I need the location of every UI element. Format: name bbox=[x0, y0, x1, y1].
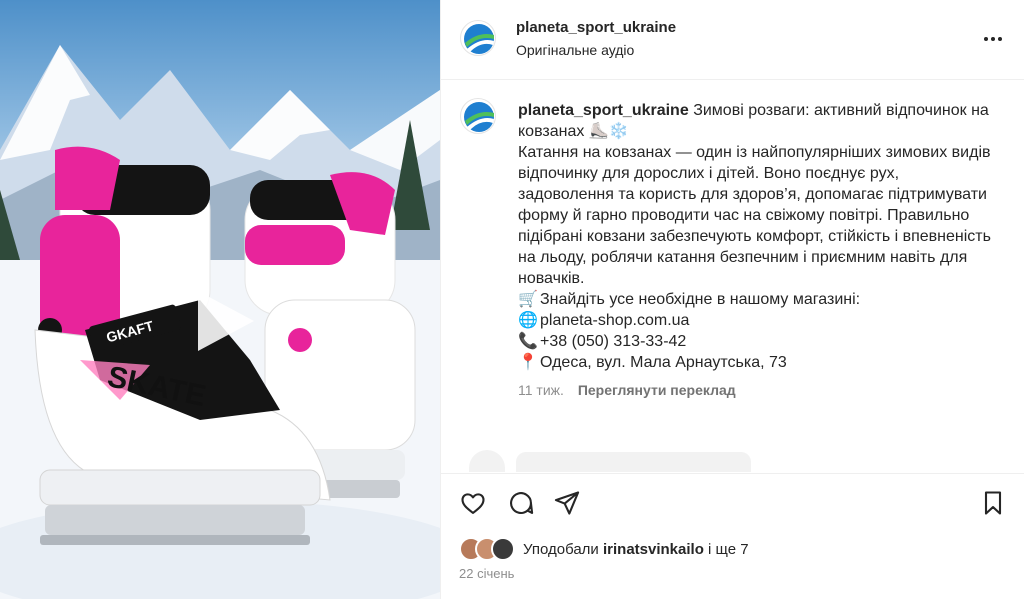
likes-prefix: Уподобали bbox=[523, 541, 599, 558]
shopping-cart-icon: 🛒 bbox=[518, 291, 538, 308]
share-button[interactable] bbox=[553, 489, 581, 517]
see-translation-link[interactable]: Переглянути переклад bbox=[578, 382, 736, 398]
phone-icon: 📞 bbox=[518, 333, 538, 350]
caption-body: Катання на ковзанах — один із найпопуляр… bbox=[518, 144, 991, 287]
avatar[interactable] bbox=[460, 20, 496, 56]
caption-avatar[interactable] bbox=[460, 98, 496, 134]
website-text: planeta-shop.com.ua bbox=[540, 312, 690, 329]
liker-avatars[interactable] bbox=[459, 537, 519, 563]
comment-button[interactable] bbox=[507, 489, 535, 517]
like-button[interactable] bbox=[459, 489, 487, 517]
heart-icon bbox=[461, 493, 485, 514]
caption-meta: 11 тиж. Переглянути переклад bbox=[518, 382, 736, 398]
comment-avatar-placeholder bbox=[469, 450, 505, 472]
planet-logo-icon bbox=[464, 102, 494, 132]
more-dots-icon bbox=[984, 37, 1002, 41]
save-button[interactable] bbox=[979, 489, 1007, 517]
post-date: 22 січень bbox=[459, 566, 515, 581]
phone-line: 📞 +38 (050) 313-33-42 bbox=[518, 331, 998, 352]
more-options-button[interactable] bbox=[981, 27, 1005, 51]
comment-icon bbox=[510, 492, 534, 515]
address-text: Одеса, вул. Мала Арнаутська, 73 bbox=[540, 354, 787, 371]
website-line: 🌐 planeta-shop.com.ua bbox=[518, 310, 998, 331]
header-username[interactable]: planeta_sport_ukraine bbox=[516, 19, 676, 36]
original-audio-link[interactable]: Оригінальне аудіо bbox=[516, 42, 634, 58]
phone-text: +38 (050) 313-33-42 bbox=[540, 333, 687, 350]
caption-area: planeta_sport_ukraine Зимові розваги: ак… bbox=[441, 80, 1024, 473]
time-ago: 11 тиж. bbox=[518, 382, 564, 398]
likes-summary: Уподобали irinatsvinkailo і ще 7 bbox=[523, 541, 749, 558]
play-button[interactable] bbox=[184, 283, 260, 359]
shop-line-text: Знайдіть усе необхідне в нашому магазині… bbox=[540, 291, 861, 308]
address-line: 📍 Одеса, вул. Мала Арнаутська, 73 bbox=[518, 352, 998, 373]
comment-placeholder bbox=[516, 452, 751, 472]
play-icon bbox=[198, 291, 254, 351]
liker-avatar bbox=[491, 537, 515, 561]
likes-others-link[interactable]: і ще 7 bbox=[708, 541, 749, 558]
globe-icon: 🌐 bbox=[518, 312, 538, 329]
post-caption: planeta_sport_ukraine Зимові розваги: ак… bbox=[518, 100, 998, 373]
action-bar: Уподобали irinatsvinkailo і ще 7 22 січе… bbox=[441, 473, 1024, 599]
post-panel: planeta_sport_ukraine Оригінальне аудіо … bbox=[440, 0, 1024, 599]
planet-logo-icon bbox=[464, 24, 494, 54]
bookmark-icon bbox=[984, 491, 1002, 515]
shop-line: 🛒 Знайдіть усе необхідне в нашому магазин… bbox=[518, 289, 998, 310]
send-icon bbox=[554, 491, 580, 515]
post-header: planeta_sport_ukraine Оригінальне аудіо bbox=[441, 0, 1024, 80]
pin-icon: 📍 bbox=[518, 354, 538, 371]
liker-username-link[interactable]: irinatsvinkailo bbox=[603, 541, 704, 558]
post-media[interactable]: SKATE GKAFT bbox=[0, 0, 440, 599]
caption-username[interactable]: planeta_sport_ukraine bbox=[518, 102, 689, 119]
